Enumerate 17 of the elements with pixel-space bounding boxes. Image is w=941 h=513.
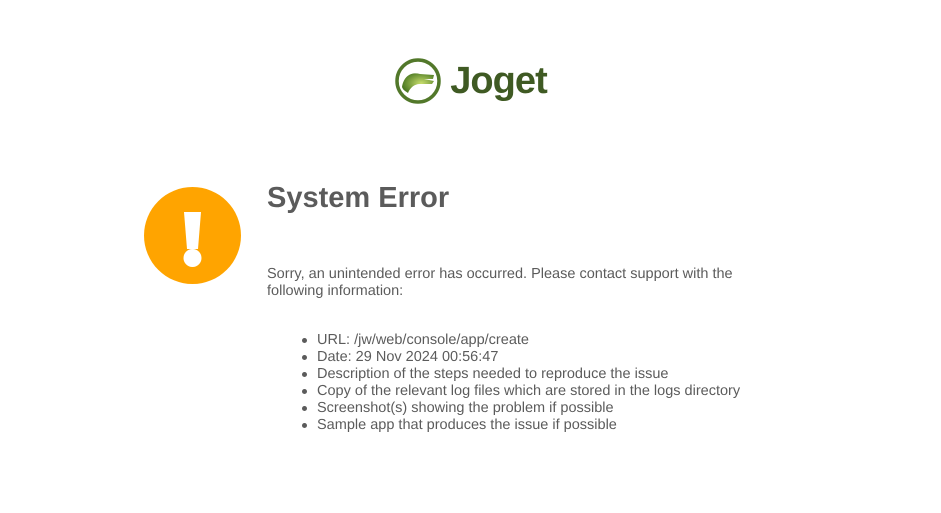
info-item: Description of the steps needed to reproduce the issue	[317, 364, 668, 384]
error-title: System Error	[267, 184, 450, 213]
info-item: Screenshot(s) showing the problem if possible	[317, 398, 614, 418]
bullet-icon	[302, 389, 307, 394]
logo-text: Joget	[450, 62, 547, 100]
info-item: URL: /jw/web/console/app/create	[317, 330, 529, 350]
info-item: Sample app that produces the issue if possible	[317, 416, 617, 435]
bullet-icon	[302, 372, 307, 377]
warning-icon	[144, 187, 241, 284]
bullet-icon	[302, 423, 307, 428]
bullet-icon	[302, 338, 307, 343]
bullet-icon	[302, 355, 307, 360]
logo-icon	[394, 57, 442, 105]
info-item: Date: 29 Nov 2024 00:56:47	[317, 348, 498, 367]
info-item: Copy of the relevant log files which are stored in the logs directory	[317, 382, 740, 401]
error-message: Sorry, an unintended error has occurred. Please contact support with the following information:	[267, 266, 734, 300]
bullet-icon	[302, 406, 307, 411]
